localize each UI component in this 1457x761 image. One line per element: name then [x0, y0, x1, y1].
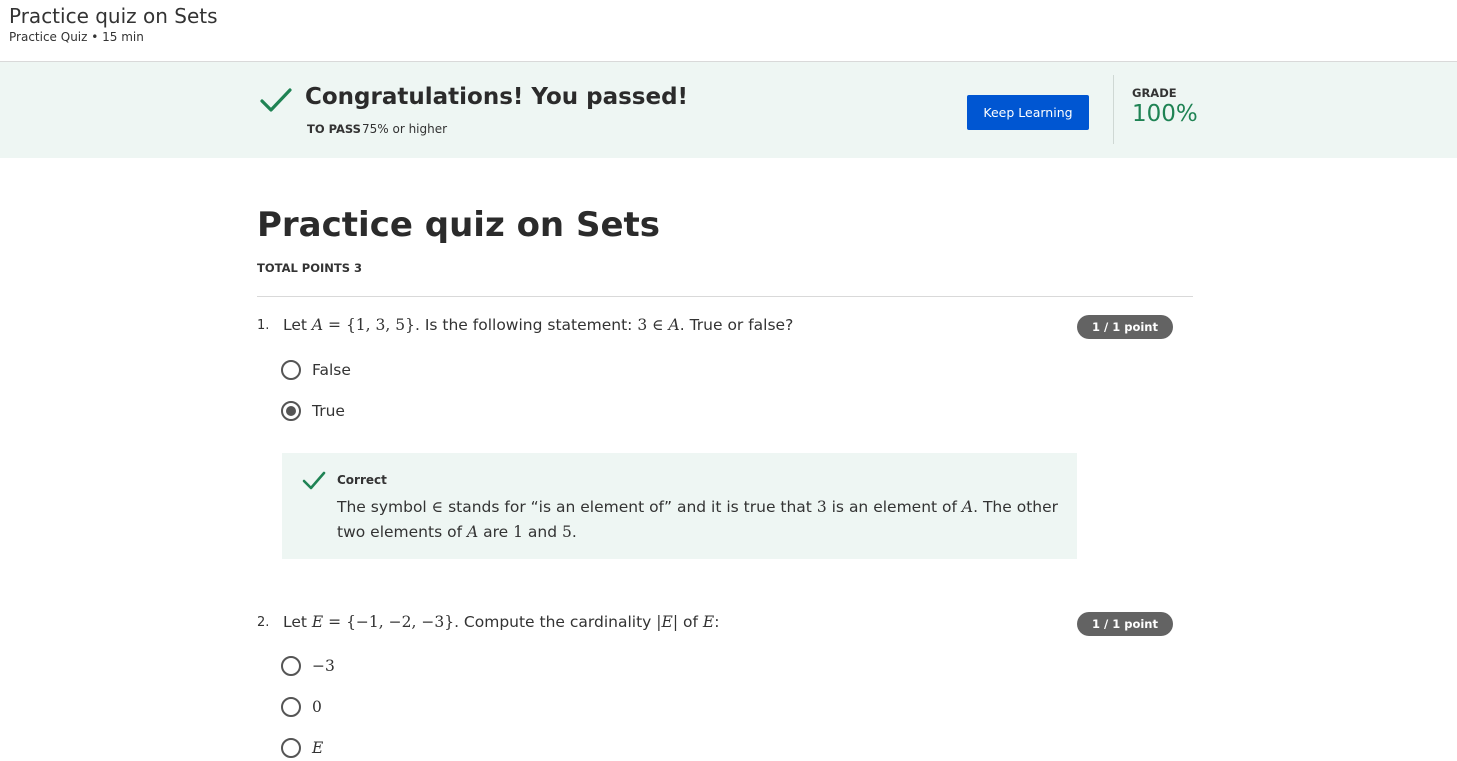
- feedback-title: Correct: [337, 473, 387, 487]
- radio-button[interactable]: [281, 360, 301, 380]
- question-number: 1.: [257, 318, 270, 333]
- question-number: 2.: [257, 615, 270, 630]
- to-pass-value: 75% or higher: [362, 122, 448, 136]
- answer-option[interactable]: −3: [281, 655, 335, 677]
- check-icon: [260, 88, 292, 112]
- points-badge: 1 / 1 point: [1077, 315, 1173, 339]
- keep-learning-button[interactable]: Keep Learning: [967, 95, 1089, 130]
- option-label: E: [312, 739, 324, 757]
- grade-divider: [1113, 75, 1114, 144]
- option-label: False: [312, 361, 351, 379]
- grade-value: 100%: [1132, 101, 1198, 127]
- radio-button[interactable]: [281, 656, 301, 676]
- radio-button-selected[interactable]: [281, 401, 301, 421]
- option-label: 0: [312, 698, 322, 716]
- top-header: Practice quiz on Sets Practice Quiz • 15…: [0, 0, 1457, 62]
- points-badge: 1 / 1 point: [1077, 612, 1173, 636]
- radio-button[interactable]: [281, 738, 301, 758]
- answer-option[interactable]: True: [281, 400, 345, 422]
- result-banner: [0, 62, 1457, 158]
- feedback-box: Correct The symbol ∈ stands for “is an e…: [282, 453, 1077, 559]
- divider: [257, 296, 1193, 297]
- answer-option[interactable]: E: [281, 737, 323, 759]
- total-points: TOTAL POINTS 3: [257, 261, 363, 275]
- option-label: −3: [312, 657, 335, 675]
- radio-button[interactable]: [281, 697, 301, 717]
- quiz-title: Practice quiz on Sets: [257, 205, 661, 245]
- check-icon: [302, 471, 326, 490]
- feedback-text: The symbol ∈ stands for “is an element o…: [337, 498, 1059, 541]
- answer-option[interactable]: False: [281, 359, 351, 381]
- option-label: True: [312, 402, 345, 420]
- grade-label: GRADE: [1132, 86, 1177, 100]
- page-subtitle: Practice Quiz • 15 min: [9, 30, 144, 44]
- to-pass-label: TO PASS: [307, 122, 361, 136]
- pass-message: Congratulations! You passed!: [305, 84, 689, 110]
- answer-option[interactable]: 0: [281, 696, 322, 718]
- question-text: Let A = {1, 3, 5}. Is the following stat…: [283, 316, 794, 334]
- question-text: Let E = {−1, −2, −3}. Compute the cardin…: [283, 613, 720, 631]
- page-title: Practice quiz on Sets: [9, 4, 218, 28]
